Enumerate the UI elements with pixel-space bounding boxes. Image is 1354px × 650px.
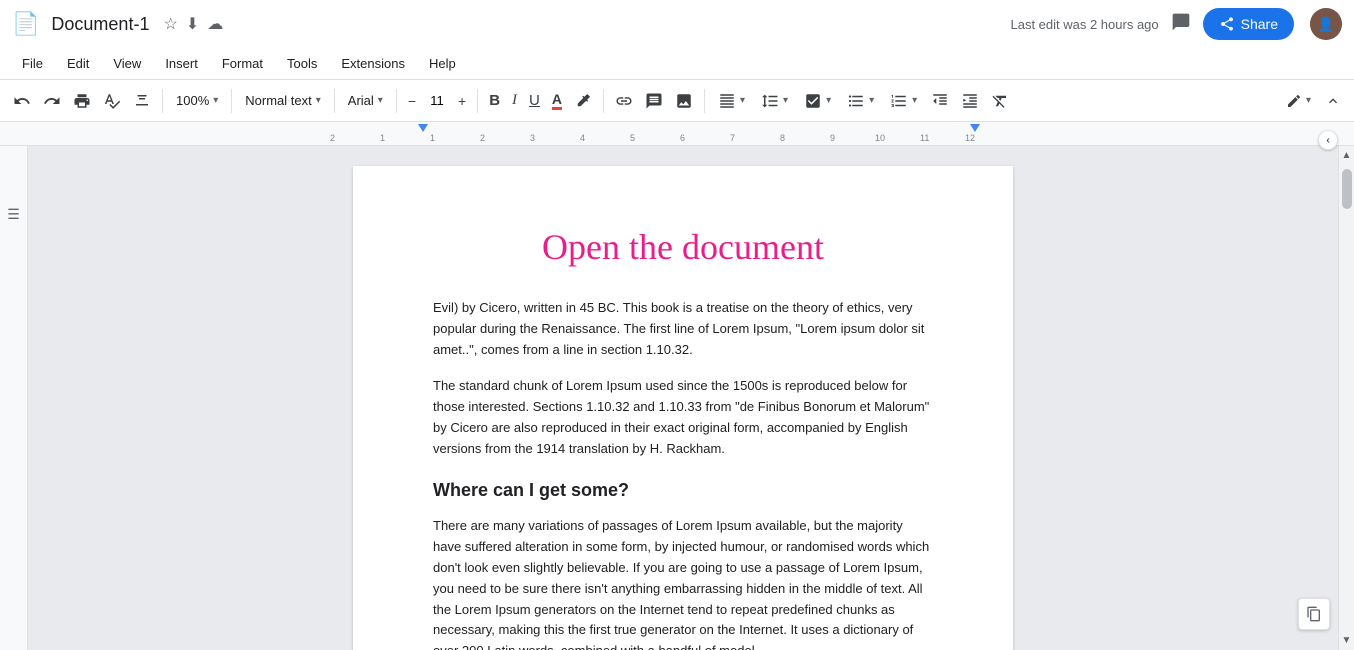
menu-tools[interactable]: Tools [277,52,327,75]
font-family-value: Arial [348,93,374,108]
ruler: 2 1 1 2 3 4 5 6 7 8 9 10 11 12 [0,122,1354,146]
redo-button[interactable] [38,88,66,114]
separator-2 [231,89,232,113]
ruler-track: 2 1 1 2 3 4 5 6 7 8 9 10 11 12 [330,122,990,145]
toolbar: 100% ▾ Normal text ▾ Arial ▾ − + B I U A [0,80,1354,122]
ruler-left-margin[interactable] [418,124,428,132]
document-title: Open the document [433,226,933,268]
link-button[interactable] [610,88,638,114]
decrease-font-size-button[interactable]: − [403,89,421,113]
text-style-chevron: ▾ [316,95,321,106]
text-style-value: Normal text [245,93,311,108]
save-to-drive-icon[interactable]: ⬇ [186,14,199,34]
numbered-list-chevron: ▾ [912,95,917,106]
corner-expand-button[interactable] [1298,598,1330,630]
heading-1: Where can I get some? [433,476,933,505]
avatar[interactable]: 👤 [1310,8,1342,40]
separator-5 [477,89,478,113]
clear-formatting-button[interactable] [986,88,1014,114]
main-area: ☰ Open the document Evil) by Cicero, wri… [0,146,1354,650]
line-spacing-select[interactable]: ▾ [754,88,795,114]
highlight-button[interactable] [569,88,597,114]
doc-title[interactable]: Document-1 [51,14,149,35]
menu-help[interactable]: Help [419,52,466,75]
title-bar: 📄 Document-1 ☆ ⬇ ☁ Last edit was 2 hours… [0,0,1354,48]
document-page: Open the document Evil) by Cicero, writt… [353,166,1013,650]
scroll-thumb[interactable] [1342,169,1352,209]
checklist-chevron: ▾ [826,95,831,106]
left-panel: ☰ [0,146,28,650]
numbered-list-select[interactable]: ▾ [883,88,924,114]
separator-4 [396,89,397,113]
menu-format[interactable]: Format [212,52,273,75]
separator-7 [704,89,705,113]
paint-format-button[interactable] [128,88,156,114]
outline-icon[interactable]: ☰ [7,206,20,223]
paragraph-3: There are many variations of passages of… [433,516,933,650]
underline-button[interactable]: U [524,88,545,113]
text-color-button[interactable]: A [547,87,567,114]
menu-view[interactable]: View [103,52,151,75]
star-icon[interactable]: ☆ [163,14,177,34]
last-edit: Last edit was 2 hours ago [1010,17,1158,32]
paragraph-2: The standard chunk of Lorem Ipsum used s… [433,376,933,459]
zoom-value: 100% [176,93,209,108]
collapse-toolbar-button[interactable] [1320,89,1346,113]
scroll-area[interactable]: Open the document Evil) by Cicero, writt… [28,146,1338,650]
menu-extensions[interactable]: Extensions [331,52,415,75]
align-chevron: ▾ [740,95,745,106]
print-button[interactable] [68,88,96,114]
bold-button[interactable]: B [484,88,505,113]
title-icons: ☆ ⬇ ☁ [163,14,223,34]
right-scrollbar: ▲ ▼ [1338,146,1354,650]
indent-decrease-button[interactable] [926,88,954,114]
increase-font-size-button[interactable]: + [453,89,471,113]
share-label: Share [1241,16,1278,32]
line-spacing-chevron: ▾ [783,95,788,106]
edit-mode-select[interactable]: ▾ [1279,89,1318,113]
insert-image-button[interactable] [670,88,698,114]
separator-1 [162,89,163,113]
edit-mode-chevron: ▾ [1306,95,1311,106]
sidebar-collapse-button[interactable]: ‹ [1318,130,1338,150]
menu-file[interactable]: File [12,52,53,75]
bullet-list-chevron: ▾ [869,95,874,106]
font-size-input[interactable] [423,93,451,108]
align-select[interactable]: ▾ [711,88,752,114]
insert-comment-button[interactable] [640,88,668,114]
undo-button[interactable] [8,88,36,114]
font-family-select[interactable]: Arial ▾ [341,89,390,112]
text-color-indicator: A [552,91,562,110]
cloud-icon[interactable]: ☁ [207,14,223,34]
indent-increase-button[interactable] [956,88,984,114]
share-button[interactable]: Share [1203,8,1294,40]
scroll-up-arrow[interactable]: ▲ [1338,146,1354,165]
menu-edit[interactable]: Edit [57,52,99,75]
separator-3 [334,89,335,113]
paragraph-1: Evil) by Cicero, written in 45 BC. This … [433,298,933,360]
zoom-select[interactable]: 100% ▾ [169,89,225,112]
doc-icon: 📄 [12,11,39,37]
bullet-list-select[interactable]: ▾ [840,88,881,114]
italic-button[interactable]: I [507,88,522,113]
scroll-down-arrow[interactable]: ▼ [1338,631,1354,650]
font-family-chevron: ▾ [378,95,383,106]
document-body: Evil) by Cicero, written in 45 BC. This … [433,298,933,650]
text-style-select[interactable]: Normal text ▾ [238,89,328,112]
menu-insert[interactable]: Insert [155,52,208,75]
zoom-chevron: ▾ [213,95,218,106]
separator-6 [603,89,604,113]
checklist-select[interactable]: ▾ [797,88,838,114]
ruler-right-margin[interactable] [970,124,980,132]
comment-button[interactable] [1167,8,1195,41]
spell-check-button[interactable] [98,88,126,114]
menu-bar: File Edit View Insert Format Tools Exten… [0,48,1354,80]
